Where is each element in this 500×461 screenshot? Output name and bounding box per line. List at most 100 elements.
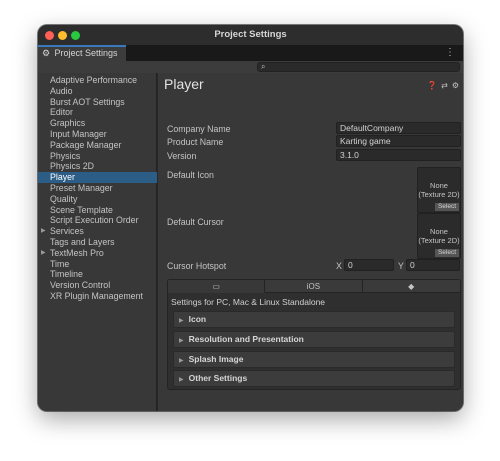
sidebar-item-timeline[interactable]: Timeline (38, 269, 157, 280)
expand-triangle-icon: ▶ (179, 338, 184, 344)
window-title: Project Settings (214, 29, 287, 40)
version-label: Version (167, 151, 197, 161)
sidebar-item-label: Graphics (50, 118, 86, 129)
sidebar-item-package-manager[interactable]: Package Manager (38, 140, 157, 151)
product-name-field[interactable]: Karting game (336, 135, 461, 147)
tab-standalone[interactable]: ▭ (168, 280, 266, 293)
section-icon[interactable]: ▶ Icon (173, 311, 455, 328)
sidebar-item-quality[interactable]: Quality (38, 194, 157, 205)
default-icon-select-button[interactable]: Select (435, 203, 459, 211)
sidebar-item-label: Adaptive Performance (50, 75, 138, 85)
platform-settings-heading: Settings for PC, Mac & Linux Standalone (171, 297, 326, 307)
tab-android[interactable]: ◆ (362, 280, 460, 293)
sidebar-item-label: XR Plugin Management (50, 290, 143, 301)
search-icon: ⌕ (261, 62, 266, 71)
version-field[interactable]: 3.1.0 (336, 149, 461, 161)
sidebar-item-textmesh-pro[interactable]: ▶ TextMesh Pro (38, 248, 157, 259)
sidebar-item-physics-2d[interactable]: Physics 2D (38, 161, 157, 172)
sidebar-item-audio[interactable]: Audio (38, 86, 157, 97)
header-icons: ❓ ⇄ ⚙ (423, 81, 459, 90)
company-name-label: Company Name (167, 124, 231, 134)
sidebar-item-script-execution-order[interactable]: Script Execution Order (38, 215, 157, 226)
preset-icon[interactable]: ⇄ (441, 81, 448, 90)
tab-strip: ⚙ Project Settings ⋮ (38, 45, 463, 61)
sidebar-item-editor[interactable]: Editor (38, 107, 157, 118)
help-icon[interactable]: ❓ (427, 81, 437, 90)
sidebar-item-version-control[interactable]: Version Control (38, 280, 157, 291)
sidebar-item-label: Physics 2D (50, 161, 94, 172)
sidebar-item-burst-aot-settings[interactable]: Burst AOT Settings (38, 97, 157, 108)
maximize-window-button[interactable] (71, 31, 80, 40)
sidebar-item-label: Script Execution Order (50, 215, 139, 226)
product-name-label: Product Name (167, 137, 224, 147)
sidebar-item-xr-plugin-management[interactable]: XR Plugin Management (38, 291, 157, 302)
sidebar-item-label: Time (50, 258, 70, 269)
hotspot-x-field[interactable]: 0 (344, 259, 394, 271)
section-label: Resolution and Presentation (188, 334, 304, 344)
section-resolution-and-presentation[interactable]: ▶ Resolution and Presentation (173, 331, 455, 348)
expand-triangle-icon: ▶ (179, 377, 184, 383)
section-label: Icon (188, 314, 207, 324)
sidebar-item-tags-and-layers[interactable]: Tags and Layers (38, 237, 157, 248)
cursor-hotspot-label: Cursor Hotspot (167, 261, 227, 271)
default-icon-label: Default Icon (167, 170, 214, 180)
settings-gear-icon[interactable]: ⚙ (452, 81, 459, 90)
default-cursor-slot-text: None (Texture 2D) (418, 227, 460, 245)
sidebar-item-label: Input Manager (50, 128, 107, 139)
sidebar-item-label: TextMesh Pro (50, 247, 104, 258)
gear-icon: ⚙ (42, 48, 51, 58)
sidebar-item-label: Version Control (50, 280, 111, 291)
expand-triangle-icon: ▶ (179, 318, 184, 324)
sidebar-item-label: Services (50, 226, 84, 237)
sidebar-item-graphics[interactable]: Graphics (38, 118, 157, 129)
minimize-window-button[interactable] (58, 31, 67, 40)
default-cursor-select-button[interactable]: Select (435, 249, 459, 257)
close-window-button[interactable] (45, 31, 54, 40)
sidebar-item-label: Timeline (50, 269, 83, 280)
sidebar-item-label: Scene Template (50, 204, 113, 215)
sidebar-item-scene-template[interactable]: Scene Template (38, 205, 157, 216)
default-cursor-label: Default Cursor (167, 217, 224, 227)
sidebar-item-label: Tags and Layers (50, 236, 115, 247)
sidebar-item-physics[interactable]: Physics (38, 151, 157, 162)
more-options-icon[interactable]: ⋮ (445, 47, 455, 59)
sidebar-item-label: Physics (50, 150, 81, 161)
player-settings-panel: Player ❓ ⇄ ⚙ Company Name DefaultCompany P… (158, 73, 463, 411)
platform-settings-box: ▭ iOS ◆ Settings for PC, Mac & Linux Sta… (167, 279, 461, 390)
page-title: Player (164, 76, 204, 92)
sidebar-item-services[interactable]: ▶ Services (38, 226, 157, 237)
android-icon: ◆ (408, 282, 415, 291)
hotspot-x-label: X (336, 261, 342, 271)
hotspot-y-field[interactable]: 0 (406, 259, 460, 271)
expand-arrow-icon[interactable]: ▶ (41, 248, 46, 259)
sidebar-item-time[interactable]: Time (38, 259, 157, 270)
sidebar-item-label: Audio (50, 85, 73, 96)
tab-project-settings[interactable]: ⚙ Project Settings (38, 45, 126, 61)
sidebar-item-preset-manager[interactable]: Preset Manager (38, 183, 157, 194)
default-icon-slot[interactable]: None (Texture 2D) Select (417, 167, 461, 213)
sidebar-list: Adaptive Performance Audio Burst AOT Setti… (38, 75, 157, 302)
sidebar-item-player[interactable]: Player (38, 172, 157, 183)
section-label: Other Settings (188, 373, 248, 383)
tab-label: Project Settings (54, 48, 118, 58)
section-splash-image[interactable]: ▶ Splash Image (173, 351, 455, 368)
sidebar-item-label: Package Manager (50, 139, 122, 150)
sidebar-item-label: Quality (50, 193, 78, 204)
search-input[interactable]: ⌕ (257, 62, 460, 72)
default-cursor-slot[interactable]: None (Texture 2D) Select (417, 213, 461, 259)
sidebar-item-label: Preset Manager (50, 182, 113, 193)
sidebar-item-label: Player (50, 172, 75, 183)
project-settings-window: Project Settings ⚙ Project Settings ⋮ ⌕ … (38, 25, 463, 411)
sidebar-item-label: Burst AOT Settings (50, 96, 125, 107)
tab-ios-label: iOS (306, 282, 321, 291)
sidebar-item-input-manager[interactable]: Input Manager (38, 129, 157, 140)
expand-arrow-icon[interactable]: ▶ (41, 226, 46, 237)
company-name-field[interactable]: DefaultCompany (336, 122, 461, 134)
sidebar-item-label: Editor (50, 107, 73, 118)
expand-triangle-icon: ▶ (179, 358, 184, 364)
section-label: Splash Image (188, 354, 244, 364)
section-other-settings[interactable]: ▶ Other Settings (173, 370, 455, 387)
sidebar-item-adaptive-performance[interactable]: Adaptive Performance (38, 75, 157, 86)
hotspot-y-label: Y (398, 261, 404, 271)
tab-ios[interactable]: iOS (265, 280, 363, 293)
